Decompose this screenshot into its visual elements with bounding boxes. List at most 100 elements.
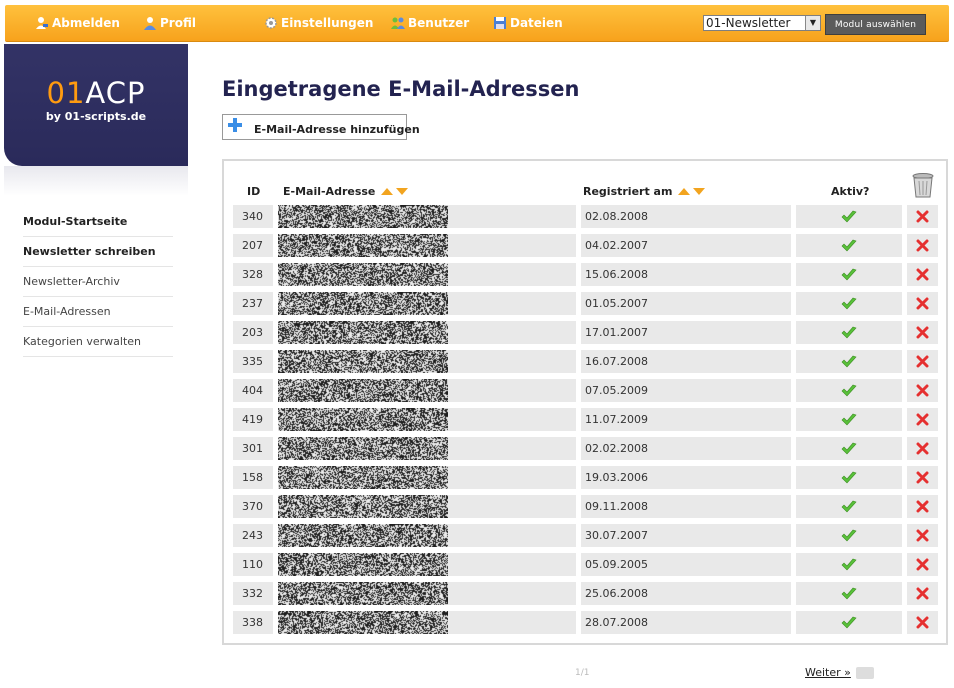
delete-icon[interactable] — [916, 413, 929, 426]
select-module-button[interactable]: Modul auswählen — [825, 14, 926, 35]
cell-email — [278, 234, 576, 257]
check-icon[interactable] — [841, 384, 857, 397]
sidebar-item[interactable]: Modul-Startseite — [23, 207, 173, 237]
cell-id: 243 — [233, 524, 273, 547]
cell-id: 207 — [233, 234, 273, 257]
cell-id: 203 — [233, 321, 273, 344]
user-icon — [144, 17, 156, 30]
cell-active — [796, 234, 902, 257]
redacted-email — [278, 408, 448, 431]
check-icon[interactable] — [841, 239, 857, 252]
module-select[interactable]: 01-Newsletter ▼ — [703, 15, 821, 31]
plus-icon — [228, 118, 242, 132]
check-icon[interactable] — [841, 616, 857, 629]
check-icon[interactable] — [841, 558, 857, 571]
delete-icon[interactable] — [916, 500, 929, 513]
check-icon[interactable] — [841, 500, 857, 513]
cell-active — [796, 553, 902, 576]
cell-active — [796, 524, 902, 547]
check-icon[interactable] — [841, 297, 857, 310]
cell-delete — [907, 350, 938, 373]
cell-delete — [907, 495, 938, 518]
check-icon[interactable] — [841, 529, 857, 542]
cell-active — [796, 408, 902, 431]
check-icon[interactable] — [841, 471, 857, 484]
cell-registered: 04.02.2007 — [581, 234, 791, 257]
logo-prefix: 01 — [46, 76, 86, 110]
cell-registered: 28.07.2008 — [581, 611, 791, 634]
cell-registered: 11.07.2009 — [581, 408, 791, 431]
cell-registered: 02.02.2008 — [581, 437, 791, 460]
redacted-email — [278, 553, 448, 576]
next-page-link[interactable]: Weiter » — [805, 666, 851, 679]
redacted-email — [278, 524, 448, 547]
cell-email — [278, 553, 576, 576]
check-icon[interactable] — [841, 442, 857, 455]
redacted-email — [278, 582, 448, 605]
gear-icon — [265, 17, 277, 29]
profile-link[interactable]: Profil — [143, 5, 196, 41]
logo-shadow — [4, 166, 188, 196]
delete-icon[interactable] — [916, 529, 929, 542]
sort-descending-icon[interactable] — [693, 188, 706, 195]
cell-email — [278, 437, 576, 460]
sort-ascending-icon[interactable] — [381, 188, 394, 195]
check-icon[interactable] — [841, 355, 857, 368]
header-email: E-Mail-Adresse — [283, 184, 410, 198]
cell-registered: 05.09.2005 — [581, 553, 791, 576]
check-icon[interactable] — [841, 326, 857, 339]
delete-icon[interactable] — [916, 384, 929, 397]
cell-delete — [907, 263, 938, 286]
check-icon[interactable] — [841, 210, 857, 223]
cell-email — [278, 495, 576, 518]
sort-ascending-icon[interactable] — [678, 188, 691, 195]
sidebar-item[interactable]: Newsletter schreiben — [23, 237, 173, 267]
delete-icon[interactable] — [916, 268, 929, 281]
logout-icon — [36, 17, 48, 29]
cell-registered: 01.05.2007 — [581, 292, 791, 315]
delete-icon[interactable] — [916, 558, 929, 571]
redacted-email — [278, 495, 448, 518]
trash-icon — [912, 173, 934, 198]
delete-icon[interactable] — [916, 210, 929, 223]
settings-link[interactable]: Einstellungen — [264, 5, 373, 41]
cell-delete — [907, 321, 938, 344]
sidebar-item[interactable]: Kategorien verwalten — [23, 327, 173, 357]
sidebar-item[interactable]: E-Mail-Adressen — [23, 297, 173, 327]
logout-link[interactable]: Abmelden — [35, 5, 120, 41]
delete-icon[interactable] — [916, 355, 929, 368]
cell-registered: 15.06.2008 — [581, 263, 791, 286]
sidebar-item[interactable]: Newsletter-Archiv — [23, 267, 173, 297]
last-page-link[interactable] — [856, 667, 874, 679]
cell-active — [796, 292, 902, 315]
delete-icon[interactable] — [916, 616, 929, 629]
check-icon[interactable] — [841, 587, 857, 600]
delete-icon[interactable] — [916, 442, 929, 455]
cell-email — [278, 321, 576, 344]
add-email-button[interactable]: E-Mail-Adresse hinzufügen — [222, 114, 420, 140]
logo: 01ACP by 01-scripts.de — [4, 44, 188, 166]
check-icon[interactable] — [841, 268, 857, 281]
delete-icon[interactable] — [916, 471, 929, 484]
cell-email — [278, 292, 576, 315]
cell-active — [796, 466, 902, 489]
cell-delete — [907, 408, 938, 431]
cell-delete — [907, 292, 938, 315]
sort-descending-icon[interactable] — [396, 188, 409, 195]
redacted-email — [278, 611, 448, 634]
files-link[interactable]: Dateien — [493, 5, 563, 41]
delete-icon[interactable] — [916, 326, 929, 339]
redacted-email — [278, 466, 448, 489]
cell-email — [278, 263, 576, 286]
cell-delete — [907, 466, 938, 489]
delete-icon[interactable] — [916, 297, 929, 310]
check-icon[interactable] — [841, 413, 857, 426]
users-link[interactable]: Benutzer — [391, 5, 469, 41]
cell-email — [278, 524, 576, 547]
cell-delete — [907, 553, 938, 576]
delete-icon[interactable] — [916, 239, 929, 252]
cell-id: 340 — [233, 205, 273, 228]
delete-icon[interactable] — [916, 587, 929, 600]
top-navigation-bar: Abmelden Profil Einstellungen Benutzer D… — [5, 5, 949, 42]
logo-main: ACP — [85, 76, 146, 110]
